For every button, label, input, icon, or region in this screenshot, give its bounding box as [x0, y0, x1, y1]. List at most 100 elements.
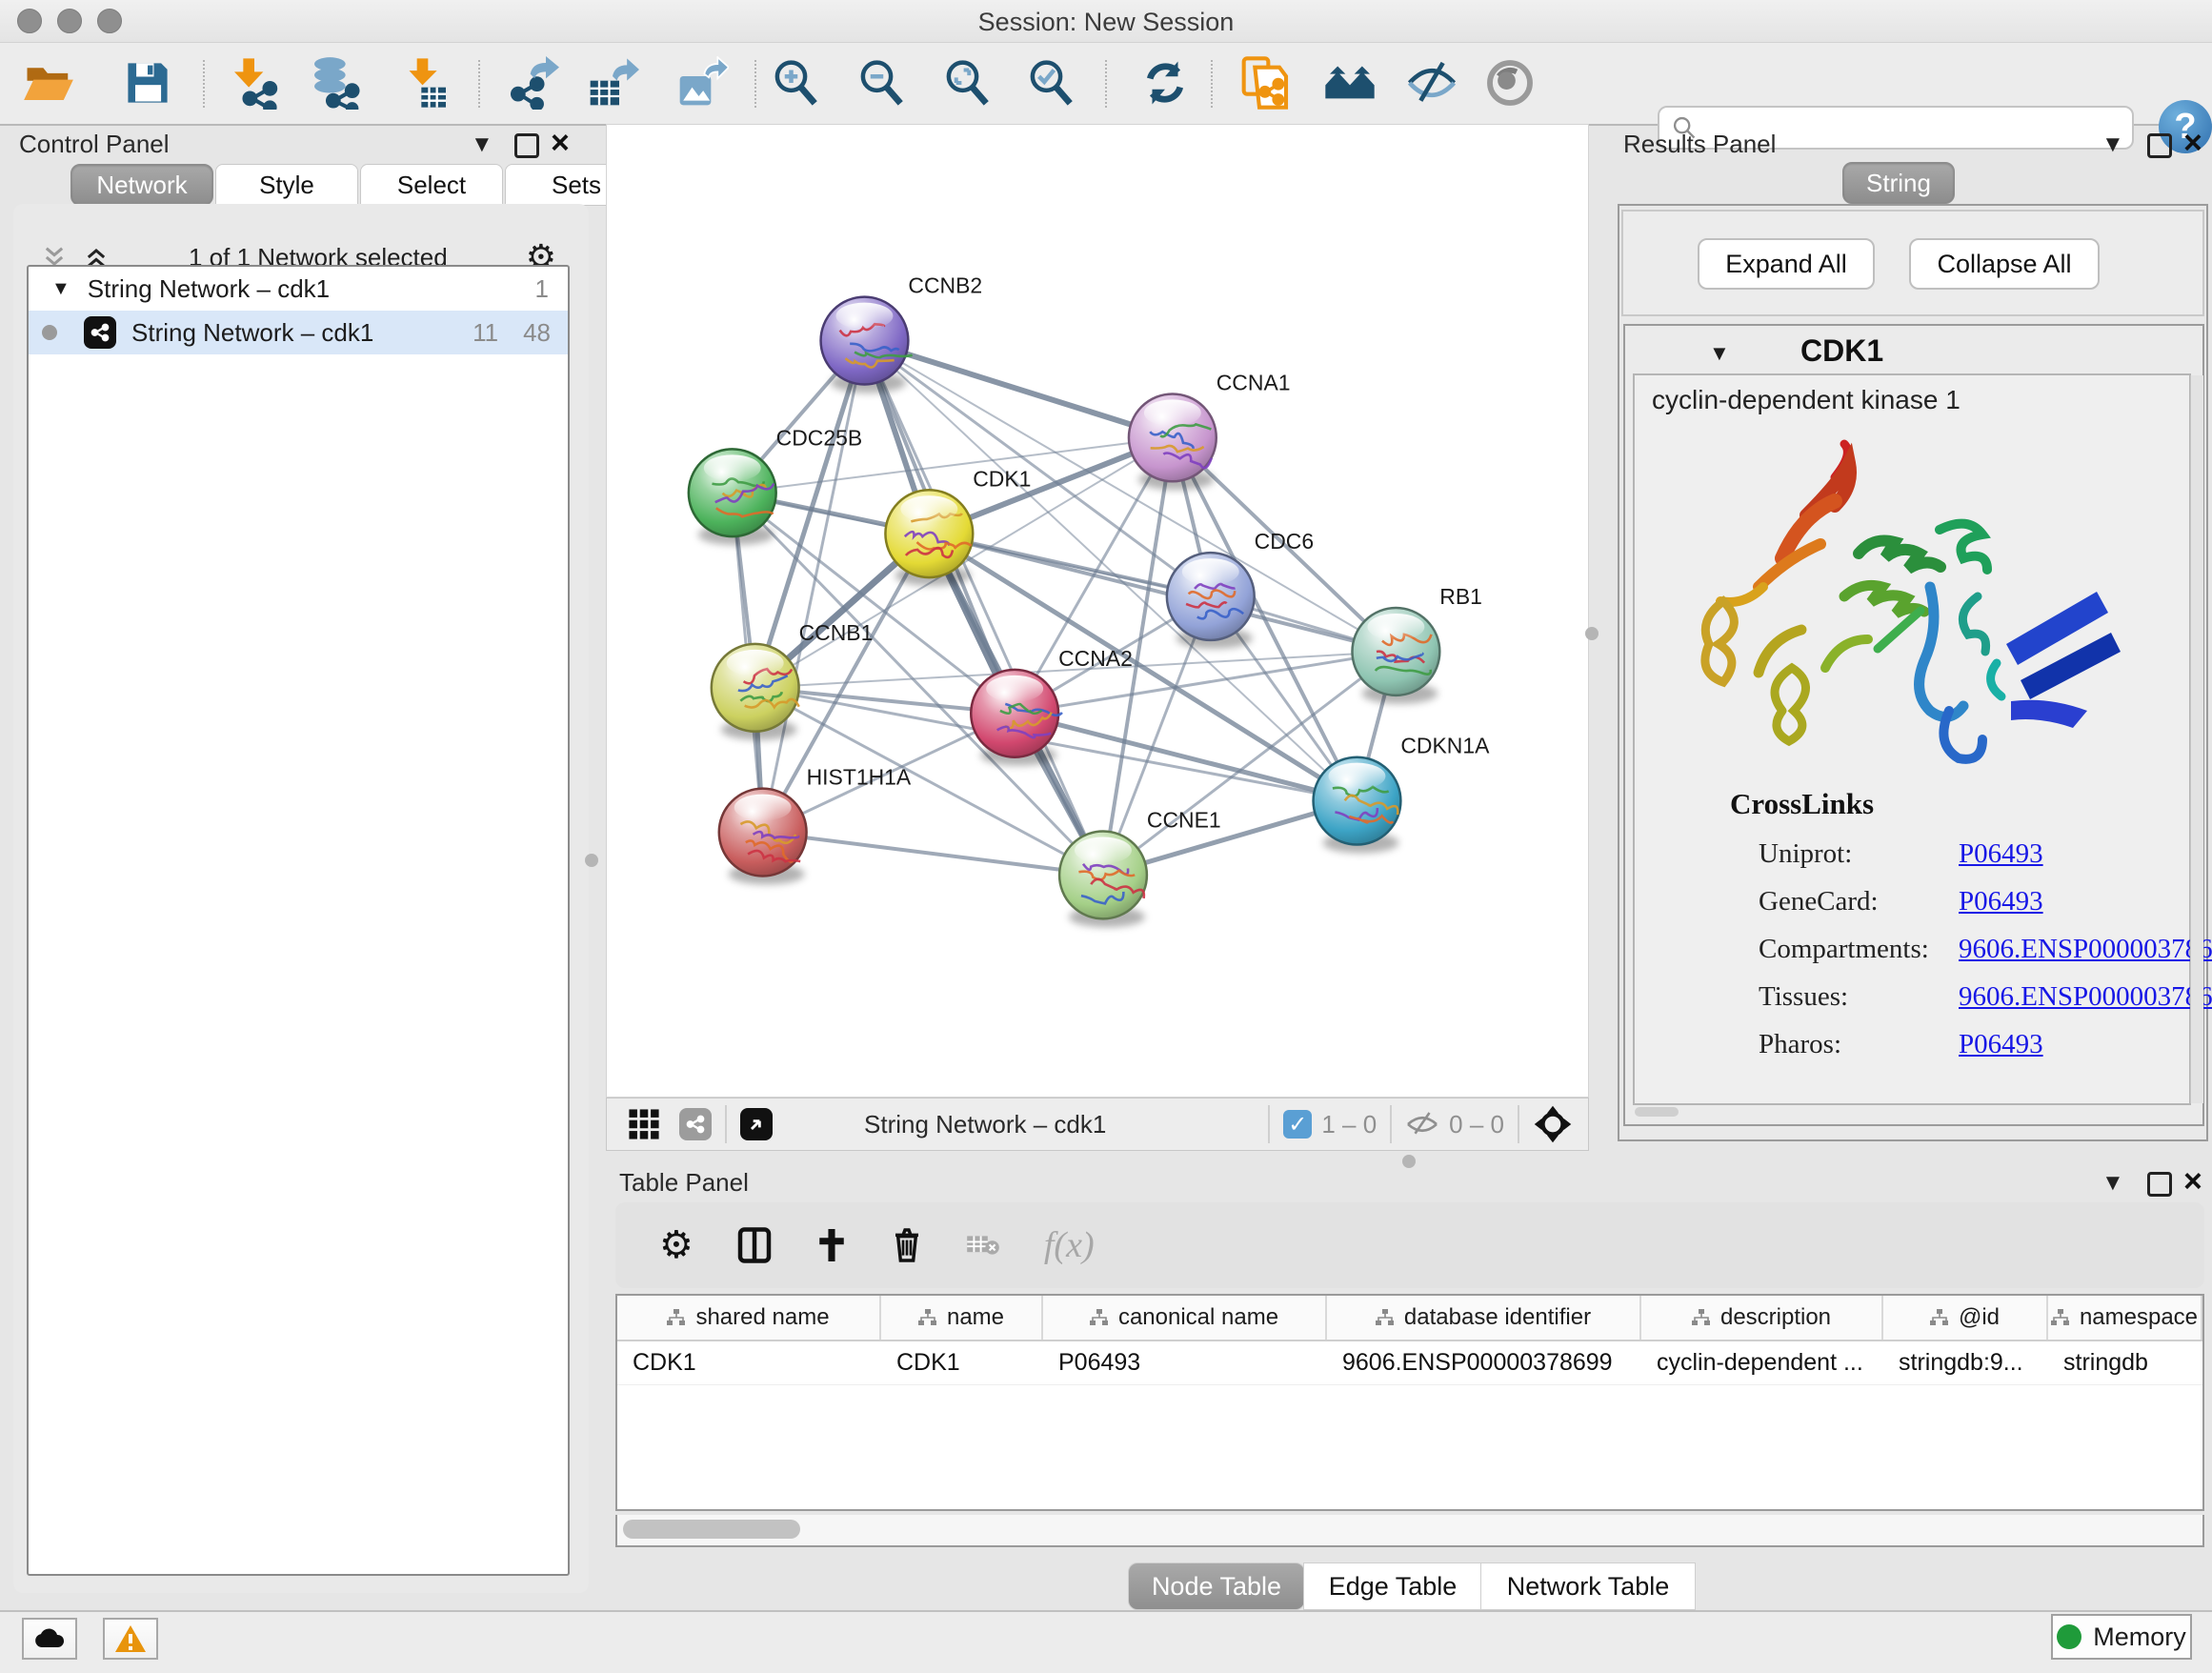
table-panel-maximize-icon[interactable] [2147, 1172, 2172, 1197]
node-CCNB1[interactable] [712, 644, 799, 740]
table-row[interactable]: CDK1CDK1P064939606.ENSP00000378699cyclin… [617, 1341, 2202, 1385]
collection-expand-icon[interactable]: ▼ [51, 278, 70, 300]
zoom-in-button[interactable] [768, 55, 823, 111]
node-label-CCNB1: CCNB1 [799, 620, 874, 645]
column-header-sharedname[interactable]: shared name [617, 1296, 881, 1340]
control-panel-float-icon[interactable]: ▼ [471, 131, 493, 158]
birds-eye-view-icon[interactable] [1533, 1104, 1573, 1144]
column-header-namespace[interactable]: namespace [2048, 1296, 2202, 1340]
open-session-button[interactable] [21, 55, 76, 111]
edge-CDK1-RB1[interactable] [929, 534, 1396, 652]
delete-column-icon[interactable] [892, 1226, 922, 1264]
hidden-eye-slash-icon[interactable] [1405, 1110, 1439, 1139]
node-HIST1H1A[interactable] [719, 789, 807, 885]
import-network-file-button[interactable] [227, 55, 282, 111]
node-CDC25B[interactable] [689, 449, 776, 545]
network-collection-row[interactable]: ▼ String Network – cdk1 1 [29, 267, 568, 311]
show-all-button[interactable] [1482, 55, 1538, 111]
column-header-canonicalname[interactable]: canonical name [1043, 1296, 1327, 1340]
edge-CCNA2-CDKN1A[interactable] [1015, 714, 1357, 801]
collapse-all-button[interactable]: Collapse All [1909, 238, 2100, 290]
control-panel-close-icon[interactable]: × [551, 133, 570, 152]
node-RB1[interactable] [1352, 608, 1439, 704]
memory-button[interactable]: Memory [2051, 1614, 2192, 1660]
node-CCNB2[interactable] [821, 297, 913, 393]
right-splitter-handle[interactable] [1585, 627, 1599, 640]
table-panel-float-icon[interactable]: ▼ [2101, 1170, 2124, 1197]
crosslink-link[interactable]: P06493 [1959, 1029, 2043, 1060]
tab-edge-table[interactable]: Edge Table [1303, 1562, 1482, 1610]
node-CCNA1[interactable] [1129, 393, 1217, 490]
string-home-button[interactable] [1322, 55, 1377, 111]
node-CDKN1A[interactable] [1314, 757, 1401, 854]
zoom-selected-button[interactable] [1023, 55, 1078, 111]
column-header-databaseidentifier[interactable]: database identifier [1327, 1296, 1641, 1340]
crosslink-link[interactable]: 9606.ENSP00000378699 [1959, 934, 2212, 965]
network-badge-icon[interactable] [679, 1108, 712, 1140]
export-image-button[interactable] [674, 55, 730, 111]
column-header-name[interactable]: name [881, 1296, 1043, 1340]
expand-all-button[interactable]: Expand All [1698, 238, 1875, 290]
table-scrollbar-thumb[interactable] [623, 1520, 800, 1539]
crosslink-link[interactable]: 9606.ENSP00000378699 [1959, 981, 2212, 1013]
node-CDK1[interactable] [885, 490, 973, 586]
node-CDC6[interactable] [1167, 553, 1255, 649]
cell-namespace[interactable]: stringdb [2048, 1341, 2202, 1384]
export-table-button[interactable] [585, 55, 640, 111]
cloud-services-button[interactable] [22, 1618, 77, 1660]
control-panel-maximize-icon[interactable] [514, 133, 539, 158]
results-vertical-scrollbar[interactable] [2190, 375, 2203, 1103]
tab-style[interactable]: Style [215, 164, 358, 206]
node-CCNE1[interactable] [1059, 832, 1147, 928]
cell-description[interactable]: cyclin-dependent ... [1641, 1341, 1883, 1384]
export-network-button[interactable] [505, 55, 560, 111]
crosslink-link[interactable]: P06493 [1959, 838, 2043, 870]
protein-collapse-icon[interactable]: ▼ [1709, 341, 1730, 366]
table-panel-close-icon[interactable]: × [2183, 1172, 2202, 1191]
results-panel-close-icon[interactable]: × [2183, 133, 2202, 152]
open-in-new-window-button[interactable] [740, 1108, 773, 1140]
results-panel-float-icon[interactable]: ▼ [2101, 131, 2124, 158]
results-horizontal-scrollbar[interactable] [1635, 1107, 1679, 1117]
column-header-description[interactable]: description [1641, 1296, 1883, 1340]
tab-network[interactable]: Network [70, 164, 213, 206]
crosslink-link[interactable]: P06493 [1959, 886, 2043, 917]
cell-name[interactable]: CDK1 [881, 1341, 1043, 1384]
selected-checkbox-icon[interactable]: ✓ [1283, 1110, 1312, 1139]
cell-databaseidentifier[interactable]: 9606.ENSP00000378699 [1327, 1341, 1641, 1384]
horizontal-splitter-handle[interactable] [1402, 1155, 1416, 1168]
cell-canonicalname[interactable]: P06493 [1043, 1341, 1327, 1384]
import-network-database-button[interactable] [307, 55, 362, 111]
results-panel-maximize-icon[interactable] [2147, 133, 2172, 158]
add-column-icon[interactable] [815, 1227, 848, 1263]
fit-content-button[interactable] [939, 55, 995, 111]
edge-CCNB2-HIST1H1A[interactable] [763, 341, 865, 833]
tab-node-table[interactable]: Node Table [1128, 1562, 1305, 1610]
hide-selected-button[interactable] [1404, 55, 1459, 111]
function-builder-icon[interactable]: f(x) [1044, 1224, 1095, 1266]
tab-network-table[interactable]: Network Table [1480, 1562, 1696, 1610]
left-splitter-handle[interactable] [585, 854, 598, 867]
table-horizontal-scrollbar[interactable] [615, 1515, 2204, 1547]
clear-table-icon[interactable] [966, 1231, 1000, 1260]
import-table-button[interactable] [398, 55, 453, 111]
edge-CCNB2-CCNE1[interactable] [864, 341, 1103, 876]
network-canvas[interactable]: CCNB2CCNA1CDC25BCDK1CDC6RB1CCNB1CCNA2CDK… [606, 124, 1589, 1098]
clone-network-button[interactable] [1238, 55, 1294, 111]
warnings-button[interactable] [103, 1618, 158, 1660]
cell-id[interactable]: stringdb:9... [1883, 1341, 2048, 1384]
tab-select[interactable]: Select [360, 164, 503, 206]
network-row[interactable]: String Network – cdk1 11 48 [29, 311, 568, 354]
cell-sharedname[interactable]: CDK1 [617, 1341, 881, 1384]
apply-layout-button[interactable] [1137, 55, 1193, 111]
edge-HIST1H1A-CCNE1[interactable] [763, 833, 1103, 876]
grid-view-icon[interactable] [628, 1108, 660, 1140]
tab-string[interactable]: String [1842, 162, 1955, 204]
zoom-out-button[interactable] [854, 55, 909, 111]
show-columns-icon[interactable] [737, 1226, 772, 1264]
table-options-gear-icon[interactable]: ⚙ [659, 1223, 694, 1267]
eye-slash-icon [1405, 56, 1458, 110]
save-session-button[interactable] [120, 55, 175, 111]
node-CCNA2[interactable] [971, 670, 1062, 766]
column-header-id[interactable]: @id [1883, 1296, 2048, 1340]
